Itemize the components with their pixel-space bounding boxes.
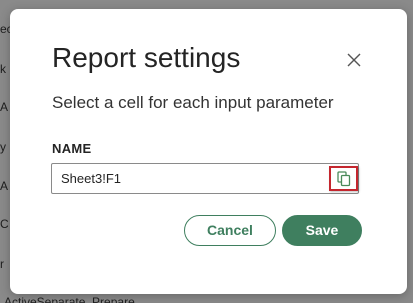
background-text: A	[0, 179, 9, 193]
background-text: y	[0, 140, 6, 154]
report-settings-dialog: Report settings Select a cell for each i…	[10, 9, 407, 294]
background-text: ActiveSeparate_Prepare	[4, 295, 135, 303]
name-field-label: NAME	[52, 141, 92, 156]
cancel-button[interactable]: Cancel	[184, 215, 276, 246]
dialog-subtitle: Select a cell for each input parameter	[52, 93, 334, 112]
close-button[interactable]	[343, 49, 365, 71]
name-input[interactable]: Sheet3!F1	[51, 163, 359, 194]
background-text: C	[0, 217, 9, 231]
background-text: A	[0, 100, 9, 114]
copy-cell-button[interactable]	[329, 166, 358, 191]
save-button[interactable]: Save	[282, 215, 362, 246]
dialog-title: Report settings	[52, 42, 241, 73]
name-input-value: Sheet3!F1	[61, 171, 121, 186]
background-text: k	[0, 62, 6, 76]
close-icon	[347, 53, 361, 67]
background-text: r	[0, 257, 4, 271]
copy-icon	[337, 171, 351, 187]
